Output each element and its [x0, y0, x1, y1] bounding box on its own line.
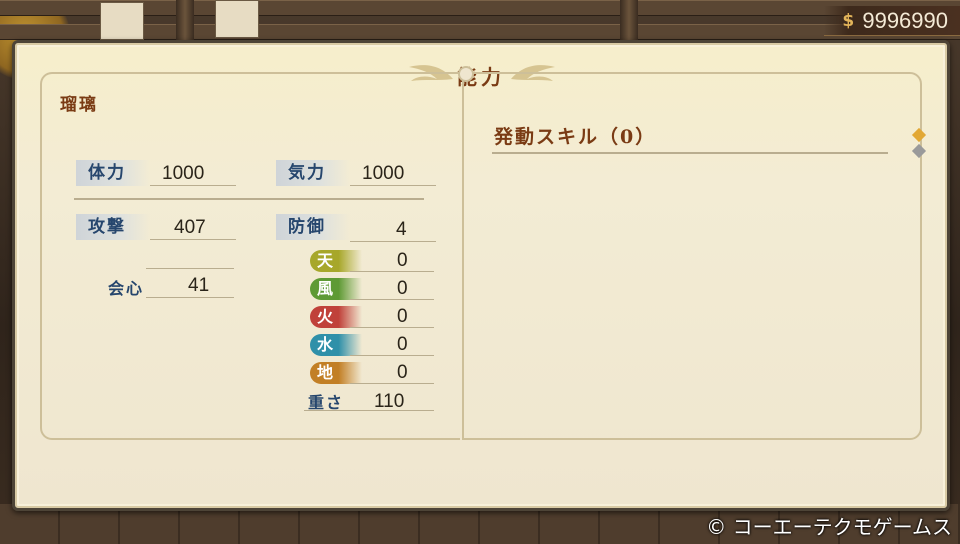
- underline: [146, 268, 234, 269]
- underline: [150, 239, 236, 240]
- underline: [350, 185, 436, 186]
- element-badge: 風: [310, 278, 362, 300]
- underline: [350, 299, 434, 300]
- skills-title-underline: [492, 152, 888, 154]
- currency-display: $ 9996990: [824, 6, 960, 36]
- stat-value-stamina: 1000: [162, 163, 205, 184]
- currency-amount: 9996990: [862, 7, 948, 33]
- stat-value-spirit: 1000: [362, 163, 405, 184]
- underline: [150, 185, 236, 186]
- underline: [350, 327, 434, 328]
- stat-label-stamina: 体力: [76, 160, 150, 186]
- stat-label-attack: 攻撃: [76, 214, 150, 240]
- stat-value-defense: 4: [396, 219, 407, 240]
- character-name: 瑠璃: [60, 95, 98, 115]
- underline: [350, 271, 434, 272]
- hanging-sign: [215, 0, 259, 38]
- hanging-sign: [100, 2, 144, 40]
- stat-value-weight: 110: [374, 391, 405, 412]
- element-badge: 水: [310, 334, 362, 356]
- ceiling-beam: [0, 0, 960, 16]
- stat-label-critical: 会心: [108, 279, 145, 298]
- coin-icon: $: [842, 10, 855, 31]
- column-divider-knob: [458, 66, 474, 82]
- section-divider: [74, 198, 424, 200]
- underline: [146, 297, 234, 298]
- underline: [350, 241, 436, 242]
- stat-value-attack: 407: [174, 217, 206, 238]
- element-badge: 火: [310, 306, 362, 328]
- element-badge: 天: [310, 250, 362, 272]
- underline: [350, 383, 434, 384]
- copyright-notice: © コーエーテクモゲームス: [706, 515, 952, 539]
- stat-label-spirit: 気力: [276, 160, 350, 186]
- underline: [304, 410, 434, 411]
- stat-label-defense: 防御: [276, 214, 350, 240]
- active-skills-title: 発動スキル（0）: [494, 126, 657, 148]
- underline: [350, 355, 434, 356]
- stat-label-weight: 重さ: [308, 393, 345, 412]
- stat-value-critical: 41: [188, 275, 210, 296]
- ceiling-beam: [0, 24, 960, 40]
- element-badge: 地: [310, 362, 362, 384]
